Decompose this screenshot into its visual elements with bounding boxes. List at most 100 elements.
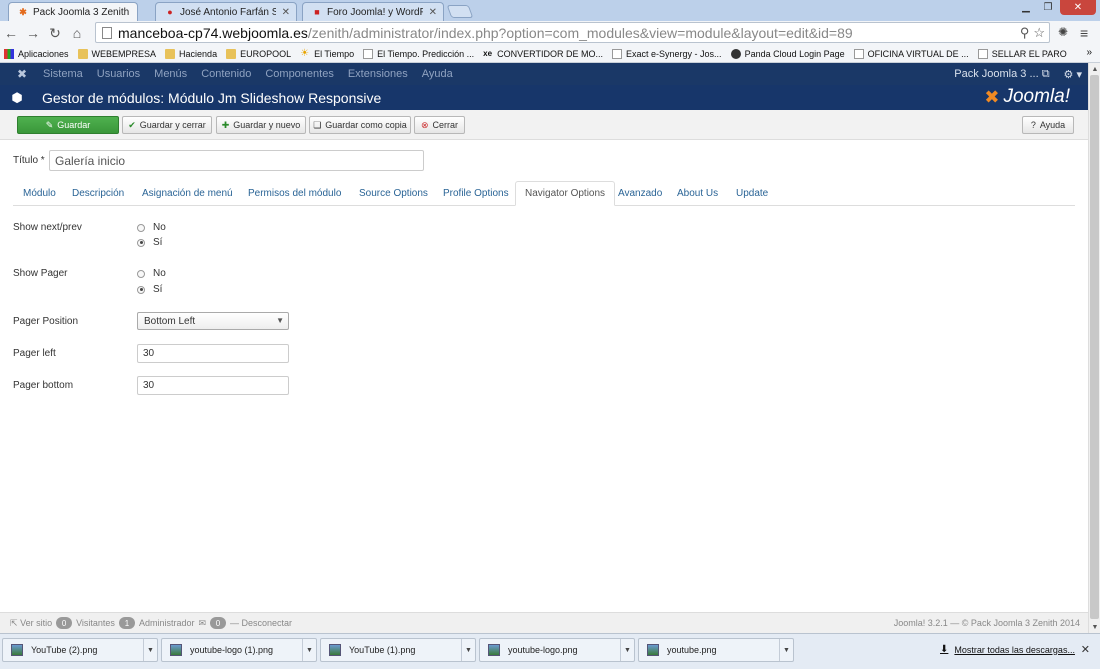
new-tab-button[interactable] <box>446 5 474 18</box>
show-nextprev-label: Show next/prev <box>13 222 82 233</box>
dropdown-arrow-icon[interactable]: ▼ <box>779 639 793 661</box>
edit-icon: ✎ <box>45 119 54 130</box>
download-item[interactable]: YouTube (1).png ▼ <box>320 638 476 662</box>
show-pager-option-no[interactable]: No <box>137 268 166 279</box>
save-button[interactable]: ✎ Guardar <box>17 116 119 134</box>
logout-link[interactable]: — Desconectar <box>230 618 292 628</box>
help-button[interactable]: ? Ayuda <box>1022 116 1074 134</box>
show-all-downloads-link[interactable]: ⬇ Mostrar todas las descargas... <box>940 644 1075 655</box>
close-tab-icon[interactable]: ✕ <box>429 7 437 18</box>
pager-left-input[interactable]: 30 <box>137 344 289 363</box>
forward-icon[interactable]: → <box>22 22 44 44</box>
tab-descripcion[interactable]: Descripción <box>72 181 124 206</box>
chevron-more-icon[interactable]: » <box>1086 47 1092 58</box>
tab-asignacion-menu[interactable]: Asignación de menú <box>142 181 233 206</box>
bookmark-convertidor[interactable]: xe CONVERTIDOR DE MO... <box>483 49 603 59</box>
save-close-button[interactable]: ✔ Guardar y cerrar <box>122 116 212 134</box>
nav-menus[interactable]: Menús <box>154 68 187 80</box>
bookmark-hacienda[interactable]: Hacienda <box>165 48 217 59</box>
site-link[interactable]: Pack Joomla 3 ... ⧉ <box>954 68 1049 81</box>
external-link-icon: ⧉ <box>1041 67 1050 80</box>
dropdown-arrow-icon[interactable]: ▼ <box>302 639 316 661</box>
tab-update[interactable]: Update <box>736 181 768 206</box>
bookmark-webempresa[interactable]: WEBEMPRESA <box>77 48 156 59</box>
restore-icon[interactable]: ❐ <box>1038 0 1058 15</box>
nav-componentes[interactable]: Componentes <box>265 68 334 80</box>
tab-permisos[interactable]: Permisos del módulo <box>248 181 341 206</box>
apps-icon <box>4 48 14 59</box>
bookmark-oficina-virtual[interactable]: OFICINA VIRTUAL DE ... <box>853 48 969 59</box>
radio-no[interactable] <box>137 269 145 278</box>
search-icon[interactable]: ⚲ <box>1020 25 1030 41</box>
download-item[interactable]: YouTube (2).png ▼ <box>2 638 158 662</box>
tab-source-options[interactable]: Source Options <box>359 181 428 206</box>
bookmark-sellar-paro[interactable]: SELLAR EL PARO <box>977 48 1067 59</box>
bookmark-apps[interactable]: Aplicaciones <box>4 48 69 59</box>
nav-usuarios[interactable]: Usuarios <box>97 68 140 80</box>
save-new-button[interactable]: ✚ Guardar y nuevo <box>216 116 306 134</box>
bookmark-el-tiempo-prediccion[interactable]: El Tiempo. Predicción ... <box>363 48 474 59</box>
tab-navigator-options[interactable]: Navigator Options <box>515 181 616 206</box>
pager-position-select[interactable]: Bottom Left ▼ <box>137 312 289 330</box>
tab-about-us[interactable]: About Us <box>677 181 718 206</box>
title-input[interactable]: Galería inicio <box>49 150 424 171</box>
radio-si-selected[interactable] <box>137 285 145 294</box>
nav-ayuda[interactable]: Ayuda <box>422 68 453 80</box>
page-icon <box>853 48 864 59</box>
nav-sistema[interactable]: Sistema <box>43 68 83 80</box>
back-icon[interactable]: ← <box>0 22 22 44</box>
admins-label: Administrador <box>138 618 195 628</box>
save-copy-button[interactable]: ❏ Guardar como copia <box>309 116 411 134</box>
download-item[interactable]: youtube-logo.png ▼ <box>479 638 635 662</box>
tab-avanzado[interactable]: Avanzado <box>618 181 662 206</box>
close-button[interactable]: ⊗ Cerrar <box>414 116 465 134</box>
dropdown-arrow-icon[interactable]: ▼ <box>143 639 157 661</box>
address-bar[interactable]: manceboa-cp74.webjoomla.es /zenith/admin… <box>95 22 1050 43</box>
bookmark-exact[interactable]: Exact e-Synergy - Jos... <box>612 48 722 59</box>
browser-tab-2[interactable]: ● José Antonio Farfán Sedeño ✕ <box>155 2 297 21</box>
scroll-up-icon[interactable]: ▲ <box>1090 64 1100 74</box>
image-file-icon <box>647 644 659 656</box>
show-pager-option-si[interactable]: Sí <box>137 284 162 295</box>
cancel-icon: ⊗ <box>420 119 429 130</box>
page-scrollbar[interactable]: ▲ ▼ <box>1088 63 1100 633</box>
nav-contenido[interactable]: Contenido <box>201 68 251 80</box>
minimize-icon[interactable]: ▁ <box>1016 0 1036 15</box>
bookmark-panda[interactable]: Panda Cloud Login Page <box>730 48 845 59</box>
download-item[interactable]: youtube-logo (1).png ▼ <box>161 638 317 662</box>
browser-tab-3[interactable]: ■ Foro Joomla! y WordPress : ✕ <box>302 2 444 21</box>
reload-icon[interactable]: ↻ <box>44 22 66 44</box>
user-settings-gear-icon[interactable]: ⚙ ▾ <box>1064 68 1082 81</box>
download-item[interactable]: youtube.png ▼ <box>638 638 794 662</box>
close-tab-icon[interactable]: ✕ <box>282 7 290 18</box>
joomla-favicon-icon: ✱ <box>19 6 27 17</box>
scroll-down-icon[interactable]: ▼ <box>1090 622 1100 632</box>
image-file-icon <box>488 644 500 656</box>
view-site-link[interactable]: ⇱ Ver sitio <box>10 618 52 629</box>
hamburger-menu-icon[interactable]: ≡ <box>1080 25 1088 41</box>
tab-modulo[interactable]: Módulo <box>23 181 56 206</box>
page-icon <box>363 48 374 59</box>
download-arrow-icon: ⬇ <box>940 644 949 655</box>
star-icon[interactable]: ☆ <box>1033 25 1045 41</box>
xe-icon: xe <box>483 48 493 58</box>
close-window-icon[interactable]: ✕ <box>1060 0 1096 15</box>
page-title: Gestor de módulos: Módulo Jm Slideshow R… <box>42 89 382 106</box>
show-nextprev-option-si[interactable]: Sí <box>137 237 162 248</box>
radio-si-selected[interactable] <box>137 238 145 247</box>
tab-profile-options[interactable]: Profile Options <box>443 181 509 206</box>
home-icon[interactable]: ⌂ <box>66 22 88 44</box>
show-nextprev-option-no[interactable]: No <box>137 222 166 233</box>
bookmark-el-tiempo[interactable]: ☀ El Tiempo <box>300 48 354 59</box>
nav-extensiones[interactable]: Extensiones <box>348 68 408 80</box>
browser-tab-1[interactable]: ✱ Pack Joomla 3 Zenith - Admin <box>8 2 138 21</box>
extension-icon[interactable]: ✺ <box>1058 25 1068 39</box>
joomla-logo-icon[interactable]: ✖ <box>8 63 36 85</box>
radio-no[interactable] <box>137 223 145 232</box>
dropdown-arrow-icon[interactable]: ▼ <box>620 639 634 661</box>
scrollbar-thumb[interactable] <box>1090 75 1099 619</box>
pager-bottom-input[interactable]: 30 <box>137 376 289 395</box>
bookmark-europool[interactable]: EUROPOOL <box>226 48 291 59</box>
close-shelf-icon[interactable]: ✕ <box>1081 643 1090 656</box>
dropdown-arrow-icon[interactable]: ▼ <box>461 639 475 661</box>
